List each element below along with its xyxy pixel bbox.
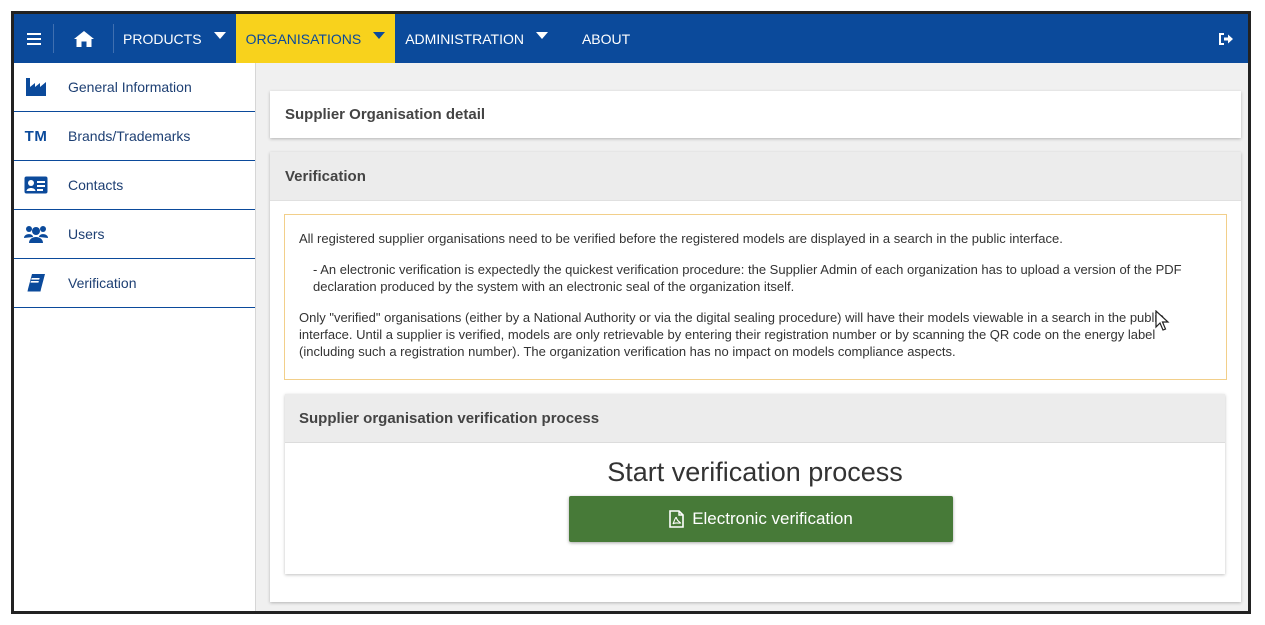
supplier-detail-card[interactable]: Supplier Organisation detail: [270, 91, 1241, 138]
verification-header: Verification: [270, 152, 1241, 201]
nav-administration-label: ADMINISTRATION: [405, 30, 524, 47]
caret-down-icon: [213, 32, 226, 39]
home-button[interactable]: [54, 24, 114, 53]
verification-notice: All registered supplier organisations ne…: [284, 214, 1227, 380]
sidebar-item-label: General Information: [68, 79, 192, 95]
trademark-icon: TM: [24, 127, 48, 145]
contact-card-icon: [24, 174, 48, 196]
industry-icon: [24, 76, 48, 98]
app-window: PRODUCTS ORGANISATIONS ADMINISTRATION AB…: [11, 11, 1251, 614]
sidebar-item-label: Contacts: [68, 177, 124, 193]
sidebar: General Information TM Brands/Trademarks…: [14, 63, 256, 611]
home-icon: [73, 30, 94, 47]
sidebar-item-brands-trademarks[interactable]: TM Brands/Trademarks: [14, 112, 255, 161]
process-header: Supplier organisation verification proce…: [285, 394, 1225, 443]
electronic-verification-button[interactable]: Electronic verification: [569, 496, 953, 542]
hamburger-menu-button[interactable]: [14, 24, 54, 53]
sidebar-item-label: Users: [68, 226, 105, 242]
users-icon: [24, 223, 48, 245]
sidebar-item-general-information[interactable]: General Information: [14, 63, 255, 112]
sidebar-item-label: Brands/Trademarks: [68, 128, 191, 144]
sidebar-item-verification[interactable]: Verification: [14, 259, 255, 308]
notice-paragraph: - An electronic verification is expected…: [313, 262, 1182, 294]
file-pdf-icon: [669, 510, 684, 528]
nav-products[interactable]: PRODUCTS: [114, 14, 236, 63]
supplier-detail-title: Supplier Organisation detail: [285, 106, 486, 123]
mouse-cursor-icon: [1155, 310, 1170, 331]
caret-down-icon: [373, 32, 386, 39]
verification-card: Verification All registered supplier org…: [270, 152, 1241, 602]
sidebar-item-contacts[interactable]: Contacts: [14, 161, 255, 210]
caret-down-icon: [535, 32, 548, 39]
sidebar-item-users[interactable]: Users: [14, 210, 255, 259]
verification-title: Verification: [285, 167, 366, 185]
notice-paragraph: Only "verified" organisations (either by…: [299, 310, 1164, 359]
nav-about[interactable]: ABOUT: [558, 14, 640, 63]
main-content: Supplier Organisation detail Verificatio…: [257, 63, 1248, 611]
nav-products-label: PRODUCTS: [123, 30, 202, 47]
verification-process-panel: Supplier organisation verification proce…: [285, 394, 1225, 574]
nav-administration[interactable]: ADMINISTRATION: [395, 14, 558, 63]
nav-organisations[interactable]: ORGANISATIONS: [235, 14, 396, 63]
hamburger-icon: [26, 32, 41, 45]
notice-paragraph: All registered supplier organisations ne…: [299, 231, 1063, 246]
process-title: Supplier organisation verification proce…: [299, 409, 600, 427]
nav-about-label: ABOUT: [581, 30, 631, 47]
logout-button[interactable]: [1204, 14, 1248, 63]
electronic-verification-label: Electronic verification: [692, 509, 853, 528]
nav-organisations-label: ORGANISATIONS: [245, 30, 362, 47]
book-icon: [24, 272, 48, 294]
sidebar-item-label: Verification: [68, 275, 137, 291]
sign-out-icon: [1219, 32, 1233, 45]
top-navigation: PRODUCTS ORGANISATIONS ADMINISTRATION AB…: [14, 14, 1248, 63]
process-heading: Start verification process: [607, 457, 903, 487]
